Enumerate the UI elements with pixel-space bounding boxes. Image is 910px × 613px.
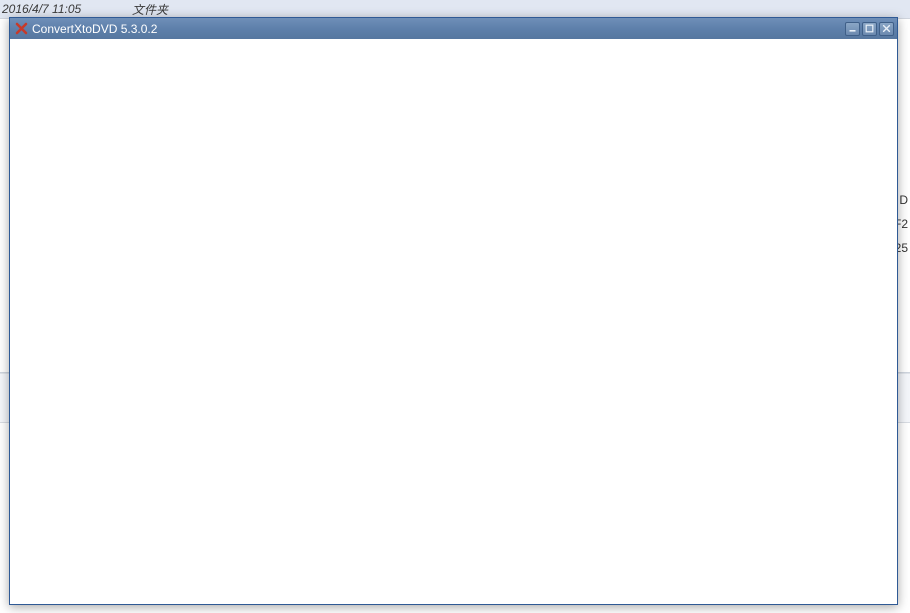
close-icon [882, 24, 891, 33]
titlebar[interactable]: ConvertXtoDVD 5.3.0.2 [10, 18, 897, 39]
background-right-column: D F2 25 [896, 0, 910, 400]
window-controls [845, 22, 894, 36]
app-x-icon [14, 22, 28, 36]
minimize-icon [848, 24, 857, 33]
background-file-row: 2016/4/7 11:05 文件夹 [0, 0, 910, 18]
maximize-button[interactable] [862, 22, 877, 36]
background-file-date: 2016/4/7 11:05 [2, 2, 132, 16]
app-window: ConvertXtoDVD 5.3.0.2 [9, 17, 898, 605]
minimize-button[interactable] [845, 22, 860, 36]
background-file-type: 文件夹 [132, 1, 168, 18]
background-right-text: D [899, 193, 908, 207]
maximize-icon [865, 24, 874, 33]
window-title: ConvertXtoDVD 5.3.0.2 [32, 22, 157, 36]
close-button[interactable] [879, 22, 894, 36]
client-area [10, 39, 897, 604]
